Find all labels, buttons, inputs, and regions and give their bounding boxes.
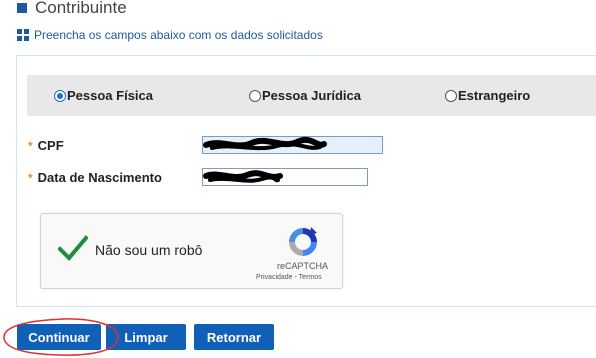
radio-label: Pessoa Jurídica — [262, 88, 361, 103]
radio-estrangeiro[interactable]: Estrangeiro — [445, 88, 530, 103]
birth-date-label: * Data de Nascimento — [28, 170, 162, 185]
recaptcha-logo-icon — [289, 227, 317, 256]
section-square-icon — [17, 3, 27, 13]
recaptcha-brand: reCAPTCHA — [277, 261, 329, 271]
cpf-label-text: CPF — [37, 138, 64, 153]
person-type-bar: Pessoa Física Pessoa Jurídica Estrangeir… — [27, 75, 596, 116]
section-header: Contribuinte — [17, 0, 127, 20]
birth-date-label-text: Data de Nascimento — [37, 170, 162, 185]
cpf-label: * CPF — [28, 138, 64, 153]
radio-button-icon[interactable] — [445, 89, 457, 102]
radio-label: Estrangeiro — [458, 88, 531, 103]
checkmark-icon[interactable] — [58, 235, 88, 261]
radio-label: Pessoa Física — [67, 88, 153, 103]
required-star-icon: * — [28, 170, 33, 185]
radio-pessoa-fisica[interactable]: Pessoa Física — [54, 88, 153, 103]
instruction-text: Preencha os campos abaixo com os dados s… — [34, 28, 323, 42]
instruction-row: Preencha os campos abaixo com os dados s… — [17, 28, 323, 42]
captcha-label: Não sou um robô — [95, 242, 203, 258]
clear-button[interactable]: Limpar — [106, 324, 186, 350]
grid-icon — [17, 29, 29, 41]
continue-button[interactable]: Continuar — [17, 324, 101, 350]
section-title: Contribuinte — [35, 0, 127, 17]
radio-button-icon[interactable] — [249, 89, 261, 102]
radio-button-icon[interactable] — [54, 89, 66, 102]
back-button[interactable]: Retornar — [194, 324, 274, 350]
birth-date-input[interactable] — [202, 168, 368, 186]
cpf-input[interactable] — [202, 136, 383, 154]
recaptcha-widget: Não sou um robô reCAPTCHA Privacidade - … — [40, 213, 343, 289]
required-star-icon: * — [28, 138, 33, 153]
recaptcha-links[interactable]: Privacidade - Termos — [256, 274, 322, 281]
radio-pessoa-juridica[interactable]: Pessoa Jurídica — [249, 88, 361, 103]
